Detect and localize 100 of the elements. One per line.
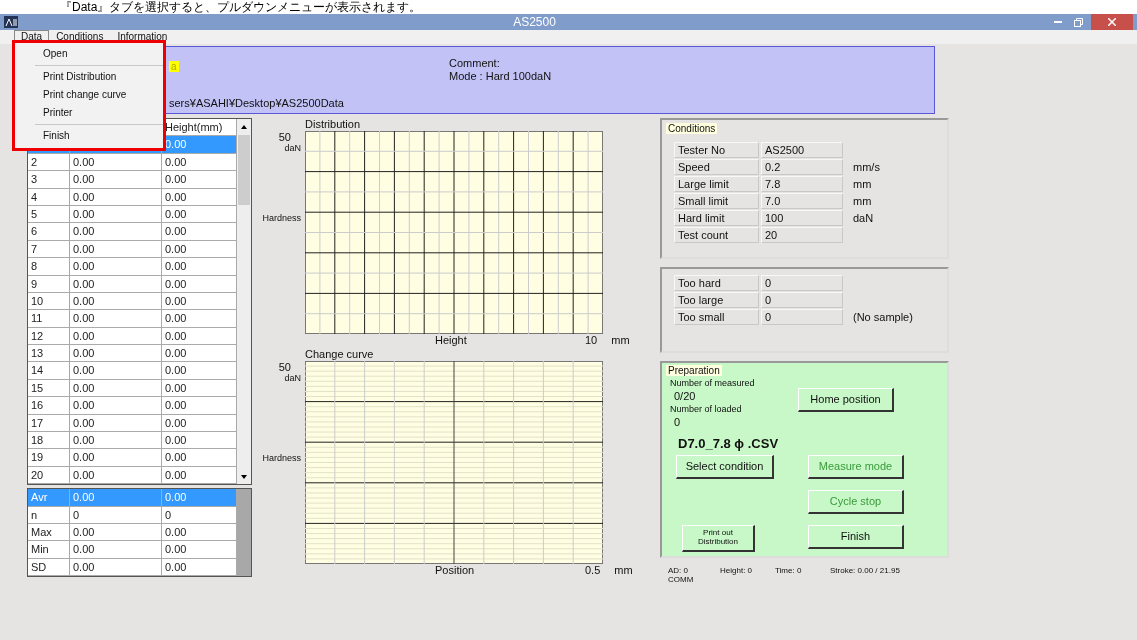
axis-max-label: 0.5 — [585, 564, 601, 578]
field-value: 0 — [761, 275, 843, 291]
file-name: D7.0_7.8 ϕ .CSV — [678, 436, 779, 451]
field-label: Tester No — [674, 142, 759, 158]
field-label: Too hard — [674, 275, 759, 291]
table-cell: 19 — [28, 449, 70, 467]
unit-label: mm — [852, 194, 873, 209]
table-cell: 0.00 — [162, 171, 237, 189]
table-cell: 0.00 — [162, 136, 237, 154]
table-cell: 11 — [28, 310, 70, 328]
table-cell: 16 — [28, 397, 70, 415]
table-cell: 0.00 — [70, 541, 162, 559]
table-cell: 18 — [28, 432, 70, 450]
field-label: Too large — [674, 292, 759, 308]
status-text: Stroke: 0.00 / 21.95 — [830, 566, 901, 575]
field-value: AS2500 — [761, 142, 843, 158]
field-value: 0 — [761, 292, 843, 308]
unit-label: mm/s — [852, 160, 881, 175]
axis-title: Height — [435, 334, 468, 348]
table-cell: 0.00 — [162, 489, 237, 507]
panel-title: Preparation — [666, 365, 722, 376]
axis-unit-label: mm — [611, 334, 630, 348]
table-cell: 0.00 — [70, 223, 162, 241]
axis-title: Hardness — [262, 213, 301, 223]
chart-title: Distribution — [305, 118, 361, 130]
axis-title: Position — [435, 564, 476, 578]
folder-path: sers¥ASAHI¥Desktop¥AS2500Data — [169, 97, 345, 109]
field-value: 7.0 — [761, 193, 843, 209]
table-cell: 0.00 — [162, 541, 237, 559]
table-cell: 0.00 — [162, 432, 237, 450]
table-cell: 0.00 — [70, 449, 162, 467]
axis-unit-label: daN — [284, 373, 301, 383]
table-cell: 0.00 — [70, 489, 162, 507]
panel-title: Conditions — [666, 123, 718, 134]
menu-entry[interactable]: Printer — [35, 104, 163, 122]
status-text: Height: 0 — [720, 566, 754, 575]
field-value: 20 — [761, 227, 843, 243]
measured-label: Number of measured — [670, 378, 756, 388]
note-text: (No sample) — [852, 310, 914, 325]
menu-entry[interactable]: Print Distribution — [35, 68, 163, 86]
table-cell: 13 — [28, 345, 70, 363]
axis-title: Hardness — [262, 453, 301, 463]
field-label: Large limit — [674, 176, 759, 192]
table-cell: 0.00 — [162, 345, 237, 363]
marker-label: a — [169, 61, 179, 72]
axis-unit-label: daN — [284, 143, 301, 153]
status-text: AD: 0 — [668, 566, 689, 575]
field-value: 0.2 — [761, 159, 843, 175]
table-cell: 6 — [28, 223, 70, 241]
table-cell: 14 — [28, 362, 70, 380]
menu-entry[interactable]: Finish — [35, 127, 163, 145]
mode-text: Mode : Hard 100daN — [449, 70, 552, 82]
table-cell: 0.00 — [162, 449, 237, 467]
action-button[interactable]: Home position — [798, 388, 894, 412]
close-button[interactable] — [1091, 14, 1133, 30]
table-cell: 0.00 — [70, 345, 162, 363]
action-button[interactable]: Finish — [808, 525, 904, 549]
menu-entry[interactable]: Print change curve — [35, 86, 163, 104]
scrollbar[interactable] — [237, 119, 251, 484]
field-value: 0 — [761, 309, 843, 325]
table-cell: 3 — [28, 171, 70, 189]
table-cell: 0.00 — [70, 432, 162, 450]
axis-max-label: 50 — [278, 361, 291, 373]
table-cell: 8 — [28, 258, 70, 276]
loaded-label: Number of loaded — [670, 404, 743, 414]
app-icon — [4, 16, 18, 28]
axis-max-label: 10 — [585, 334, 598, 348]
table-cell: 0.00 — [70, 310, 162, 328]
table-cell: 0.00 — [162, 310, 237, 328]
window-title: AS2500 — [512, 15, 557, 29]
field-value: 100 — [761, 210, 843, 226]
measured-count: 0/20 — [674, 390, 697, 402]
action-button[interactable]: Select condition — [676, 455, 774, 479]
field-label: Too small — [674, 309, 759, 325]
field-label: Speed — [674, 159, 759, 175]
table-cell: 0.00 — [70, 258, 162, 276]
caption-text: 『Data』タブを選択すると、プルダウンメニューが表示されます。 — [0, 0, 1137, 14]
unit-label: daN — [852, 211, 875, 226]
table-cell: Avr — [28, 489, 70, 507]
field-label: Hard limit — [674, 210, 759, 226]
field-label: Small limit — [674, 193, 759, 209]
table-cell: 0.00 — [70, 397, 162, 415]
table-cell: 0.00 — [162, 362, 237, 380]
axis-max-label: 50 — [278, 131, 291, 143]
loaded-count: 0 — [674, 416, 682, 428]
table-cell: 0.00 — [70, 362, 162, 380]
close-icon — [1108, 18, 1116, 26]
unit-label: mm — [852, 177, 873, 192]
minimize-icon — [1054, 21, 1062, 23]
status-text: COMM — [668, 575, 695, 584]
table-cell: 0.00 — [162, 258, 237, 276]
table-cell: 0.00 — [162, 223, 237, 241]
field-label: Test count — [674, 227, 759, 243]
axis-unit-label: mm — [614, 564, 633, 578]
table-cell: 0.00 — [70, 171, 162, 189]
print-button[interactable]: Print out Distribution — [682, 525, 755, 552]
comment-label: Comment: — [449, 57, 501, 69]
menu-entry[interactable]: Open — [35, 45, 163, 63]
table-cell: Min — [28, 541, 70, 559]
status-text: Time: 0 — [775, 566, 803, 575]
